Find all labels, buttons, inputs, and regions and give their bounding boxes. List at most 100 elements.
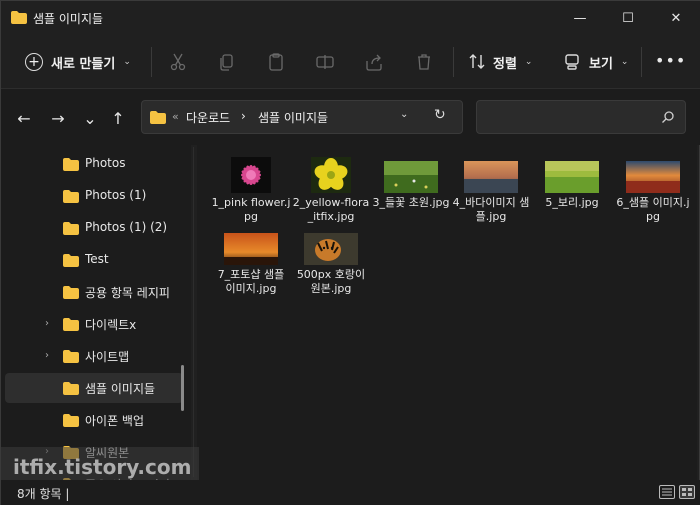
more-options-button[interactable]: ••• xyxy=(655,51,686,70)
refresh-icon[interactable]: ↻ xyxy=(434,107,446,123)
file-name: 7_포토샵 샘플 이미지.jpg xyxy=(217,268,285,295)
sort-button[interactable]: 정렬 ⌄ xyxy=(467,47,532,77)
item-count: 8개 항목 | xyxy=(17,487,70,501)
file-name: 2_yellow-flora_itfix.jpg xyxy=(292,196,370,223)
sidebar-item-label: 샘플 이미지들 xyxy=(85,382,156,396)
breadcrumb-separator[interactable]: › xyxy=(241,109,246,123)
meadow-thumbnail xyxy=(384,161,438,193)
copy-icon[interactable] xyxy=(216,51,238,73)
folder-icon xyxy=(63,190,79,203)
large-icons-view-icon[interactable] xyxy=(679,485,695,499)
watermark-text: itfix.tistory.com xyxy=(13,455,192,479)
file-item[interactable]: 3_들꽃 초원.jpg xyxy=(371,149,451,225)
maximize-button[interactable]: ☐ xyxy=(605,1,651,35)
file-name: 3_들꽃 초원.jpg xyxy=(372,196,450,209)
yellow-flower-thumbnail xyxy=(311,157,351,193)
details-view-icon[interactable] xyxy=(659,485,675,499)
sidebar-item-label: 사이트맵 xyxy=(85,350,130,364)
file-name: 5_보리.jpg xyxy=(545,196,599,209)
sidebar-item[interactable]: Photos (1) xyxy=(5,181,183,211)
sidebar-item-label: 아이폰 백업 xyxy=(85,414,145,428)
paste-icon[interactable] xyxy=(265,51,287,73)
chevron-right-icon[interactable]: › xyxy=(45,350,49,361)
explorer-window: 샘플 이미지들 — ☐ ✕ + 새로 만들기 ⌄ 정렬 ⌄ 보기 ⌄ ••• ←… xyxy=(0,0,700,505)
view-label: 보기 xyxy=(589,56,613,72)
pink-flower-thumbnail xyxy=(231,157,271,193)
sort-icon xyxy=(469,54,485,69)
sidebar-item[interactable]: Test xyxy=(5,245,183,275)
rename-icon[interactable] xyxy=(314,51,336,73)
search-icon[interactable] xyxy=(661,110,675,124)
sidebar-item-label: Photos xyxy=(85,156,126,170)
chevron-down-icon: ⌄ xyxy=(123,57,131,67)
file-item[interactable]: 4_바다이미지 샘플.jpg xyxy=(451,149,531,225)
file-item[interactable]: 5_보리.jpg xyxy=(532,149,612,225)
folder-icon xyxy=(63,350,79,363)
folder-icon xyxy=(63,382,79,395)
sidebar-item[interactable]: 아이폰 백업 xyxy=(5,405,183,435)
sort-label: 정렬 xyxy=(493,56,517,72)
file-name: 6_샘플 이미지.jpg xyxy=(616,196,690,223)
file-item[interactable]: 7_포토샵 샘플 이미지.jpg xyxy=(211,221,291,297)
chevron-right-icon[interactable]: › xyxy=(45,318,49,329)
sidebar-item-label: Photos (1) (2) xyxy=(85,220,168,234)
folder-icon xyxy=(63,414,79,427)
delete-icon[interactable] xyxy=(413,51,435,73)
pane-divider[interactable] xyxy=(193,147,194,477)
back-button[interactable]: ← xyxy=(13,107,35,129)
view-button[interactable]: 보기 ⌄ xyxy=(563,47,628,77)
window-title: 샘플 이미지들 xyxy=(33,12,104,26)
file-name: 500px 호랑이 원본.jpg xyxy=(296,268,366,295)
navigation-row: ← → ⌄ ↑ « 다운로드 › 샘플 이미지들 ⌄ ↻ xyxy=(1,89,700,145)
up-button[interactable]: ↑ xyxy=(107,107,129,129)
view-icon xyxy=(565,54,579,70)
file-item[interactable]: 2_yellow-flora_itfix.jpg xyxy=(291,149,371,225)
folder-icon xyxy=(63,222,79,235)
search-box[interactable] xyxy=(476,100,686,134)
forward-button[interactable]: → xyxy=(47,107,69,129)
close-button[interactable]: ✕ xyxy=(653,1,699,35)
file-item[interactable]: 1_pink flower.jpg xyxy=(211,149,291,225)
folder-icon xyxy=(11,11,27,24)
status-bar: 8개 항목 | xyxy=(1,480,700,505)
sidebar-item[interactable]: › 사이트맵 xyxy=(5,341,183,371)
breadcrumb-current[interactable]: 샘플 이미지들 xyxy=(258,109,328,126)
recent-locations-button[interactable]: ⌄ xyxy=(79,107,101,129)
file-name: 1_pink flower.jpg xyxy=(211,196,291,223)
address-bar[interactable]: « 다운로드 › 샘플 이미지들 ⌄ ↻ xyxy=(141,100,463,134)
sidebar-item[interactable]: Photos xyxy=(5,149,183,179)
chevron-down-icon: ⌄ xyxy=(524,57,533,67)
sidebar-item[interactable]: 공용 항목 레지피 xyxy=(5,277,183,307)
file-name: 4_바다이미지 샘플.jpg xyxy=(452,196,530,223)
cut-icon[interactable] xyxy=(167,51,189,73)
address-dropdown-icon[interactable]: ⌄ xyxy=(400,109,408,120)
sidebar-item[interactable]: › 다이렉트x xyxy=(5,309,183,339)
plus-icon: + xyxy=(25,53,43,71)
folder-icon xyxy=(63,318,79,331)
sidebar-item[interactable]: Photos (1) (2) xyxy=(5,213,183,243)
sidebar-item[interactable]: 샘플 이미지들 xyxy=(5,373,183,403)
orange-sky-thumbnail xyxy=(224,233,278,265)
command-bar: + 새로 만들기 ⌄ 정렬 ⌄ 보기 ⌄ ••• xyxy=(1,35,700,89)
file-item[interactable]: 6_샘플 이미지.jpg xyxy=(613,149,693,225)
sidebar-item-label: Photos (1) xyxy=(85,188,147,202)
address-overflow[interactable]: « xyxy=(172,110,179,123)
sunset-field-thumbnail xyxy=(626,161,680,193)
tiger-thumbnail xyxy=(304,233,358,265)
new-button[interactable]: + 새로 만들기 ⌄ xyxy=(13,47,143,77)
folder-icon xyxy=(63,158,79,171)
sidebar-scrollbar[interactable] xyxy=(181,365,184,411)
search-input[interactable] xyxy=(485,109,655,127)
breadcrumb-downloads[interactable]: 다운로드 xyxy=(186,109,230,126)
folder-icon xyxy=(63,254,79,267)
file-item[interactable]: 500px 호랑이 원본.jpg xyxy=(291,221,371,297)
share-icon[interactable] xyxy=(363,51,385,73)
sidebar-item-label: Test xyxy=(85,252,109,266)
minimize-button[interactable]: — xyxy=(557,1,603,35)
sea-thumbnail xyxy=(464,161,518,193)
folder-icon xyxy=(63,286,79,299)
toolbar-divider xyxy=(151,47,152,77)
chevron-down-icon: ⌄ xyxy=(620,57,629,67)
navigation-pane: Photos Photos (1) Photos (1) (2) Test 공용 항목 … xyxy=(1,145,191,492)
toolbar-divider xyxy=(453,47,454,77)
